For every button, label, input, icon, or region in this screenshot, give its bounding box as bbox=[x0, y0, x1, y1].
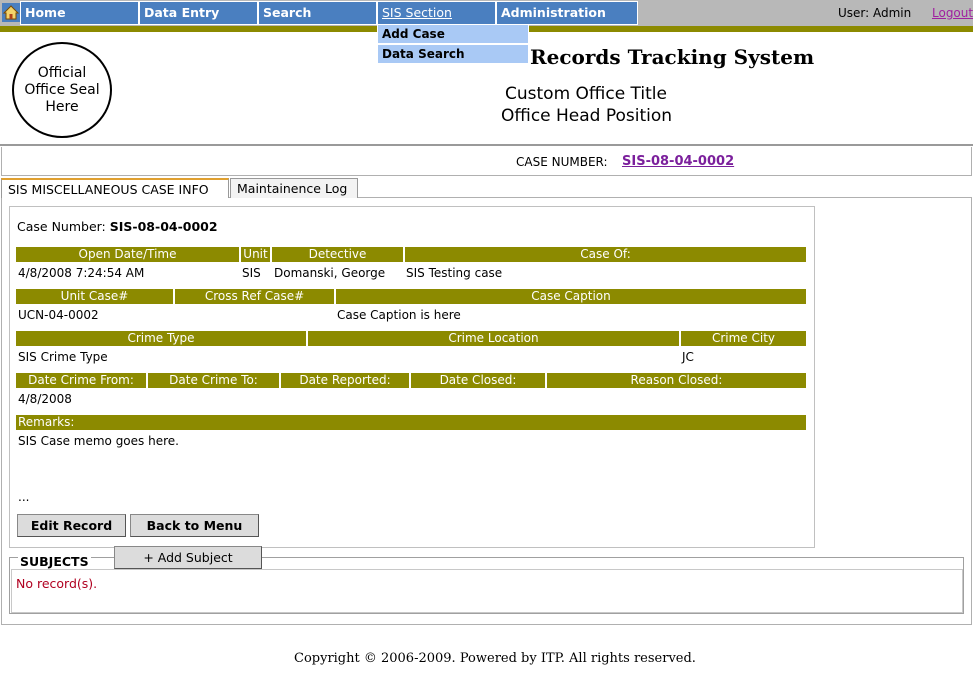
office-seal-placeholder: Official Office Seal Here bbox=[12, 42, 112, 138]
add-subject-button[interactable]: + Add Subject bbox=[114, 546, 262, 569]
case-number-line: Case Number: SIS-08-04-0002 bbox=[17, 219, 218, 234]
remarks-ellipsis: ... bbox=[18, 490, 30, 504]
header-open-date: Open Date/Time bbox=[16, 247, 239, 262]
sis-section-dropdown: Add Case Data Search bbox=[377, 24, 529, 64]
subjects-list bbox=[11, 569, 963, 613]
value-crime-type: SIS Crime Type bbox=[18, 350, 108, 364]
value-crime-city: JC bbox=[682, 350, 694, 364]
value-unit-case: UCN-04-0002 bbox=[18, 308, 99, 322]
subjects-label: SUBJECTS bbox=[18, 554, 91, 569]
dropdown-add-case[interactable]: Add Case bbox=[377, 24, 529, 44]
header-crime-city: Crime City bbox=[681, 331, 806, 346]
nav-administration[interactable]: Administration bbox=[496, 1, 638, 25]
tab-maintenance-log[interactable]: Maintainence Log bbox=[230, 178, 358, 198]
header-case-caption: Case Caption bbox=[336, 289, 806, 304]
value-open-date: 4/8/2008 7:24:54 AM bbox=[18, 266, 145, 280]
edit-record-button[interactable]: Edit Record bbox=[17, 514, 126, 537]
header-crime-location: Crime Location bbox=[308, 331, 679, 346]
case-number-label: CASE NUMBER: bbox=[516, 155, 608, 169]
value-remarks: SIS Case memo goes here. bbox=[18, 434, 179, 448]
system-title: Records Tracking System bbox=[530, 45, 815, 69]
home-icon[interactable] bbox=[2, 3, 20, 22]
case-number-bar: CASE NUMBER: SIS-08-04-0002 bbox=[1, 147, 972, 176]
value-unit: SIS bbox=[242, 266, 261, 280]
office-head-position: Office Head Position bbox=[501, 106, 673, 126]
nav-sis-section[interactable]: SIS Section bbox=[377, 1, 496, 25]
header-reason-closed: Reason Closed: bbox=[547, 373, 806, 388]
nav-data-entry[interactable]: Data Entry bbox=[139, 1, 258, 25]
case-number-value: SIS-08-04-0002 bbox=[109, 219, 218, 234]
header-separator bbox=[0, 144, 973, 146]
office-title: Custom Office Title bbox=[505, 84, 667, 104]
user-label: User: Admin bbox=[838, 6, 912, 20]
header-crime-type: Crime Type bbox=[16, 331, 306, 346]
header-date-reported: Date Reported: bbox=[281, 373, 409, 388]
header-unit-case: Unit Case# bbox=[16, 289, 173, 304]
value-date-from: 4/8/2008 bbox=[18, 392, 72, 406]
header-unit: Unit bbox=[241, 247, 270, 262]
header-date-from: Date Crime From: bbox=[16, 373, 146, 388]
nav-search[interactable]: Search bbox=[258, 1, 377, 25]
back-to-menu-button[interactable]: Back to Menu bbox=[130, 514, 259, 537]
value-case-caption: Case Caption is here bbox=[337, 308, 461, 322]
case-number-link[interactable]: SIS-08-04-0002 bbox=[622, 154, 734, 169]
value-case-of: SIS Testing case bbox=[406, 266, 503, 280]
header-remarks: Remarks: bbox=[16, 415, 806, 430]
header-detective: Detective bbox=[272, 247, 403, 262]
dropdown-data-search[interactable]: Data Search bbox=[377, 44, 529, 64]
header-cross-ref: Cross Ref Case# bbox=[175, 289, 334, 304]
header-date-to: Date Crime To: bbox=[148, 373, 279, 388]
value-detective: Domanski, George bbox=[274, 266, 386, 280]
copyright-text: Copyright © 2006-2009. Powered by ITP. A… bbox=[294, 651, 696, 666]
logout-link[interactable]: Logout bbox=[932, 6, 973, 20]
nav-home[interactable]: Home bbox=[20, 1, 139, 25]
tab-case-info[interactable]: SIS MISCELLANEOUS CASE INFO bbox=[1, 178, 229, 198]
header-case-of: Case Of: bbox=[405, 247, 806, 262]
no-records-message: No record(s). bbox=[16, 576, 98, 591]
header-date-closed: Date Closed: bbox=[411, 373, 545, 388]
